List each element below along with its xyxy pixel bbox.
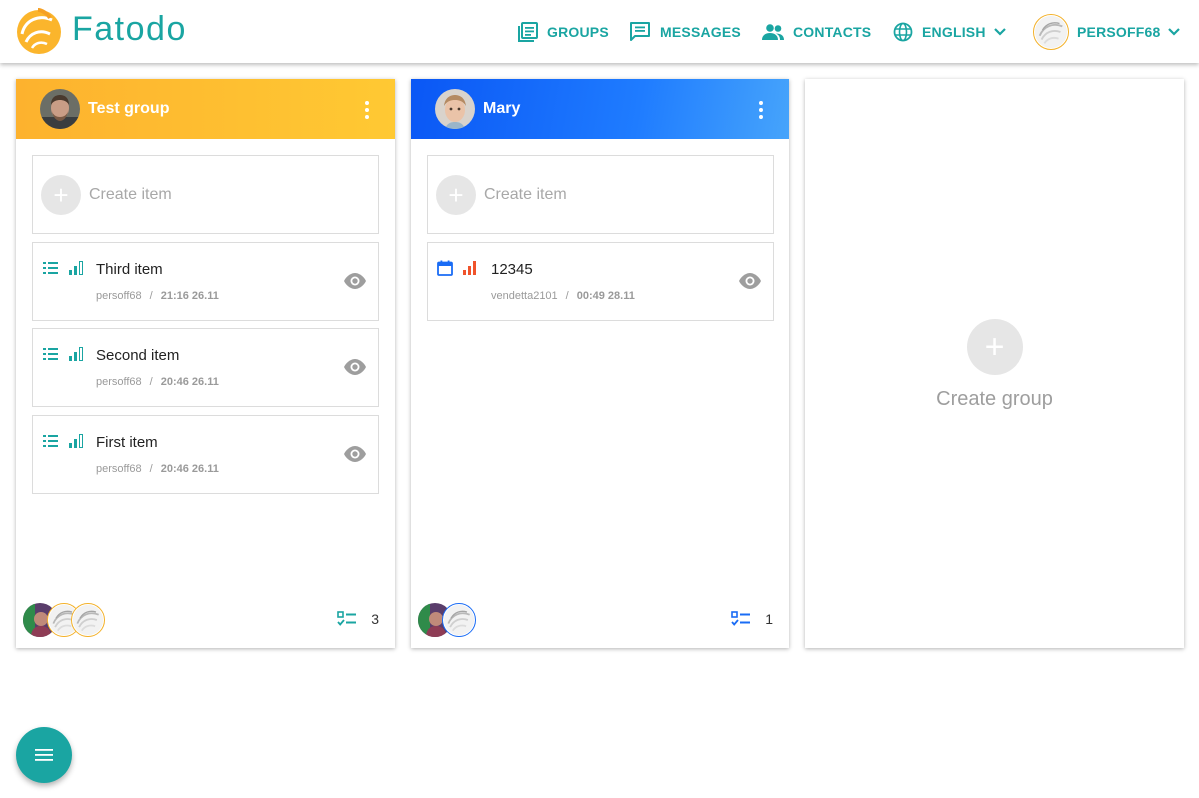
group-footer: 1 [411,603,789,637]
list-icon [43,435,58,447]
item-time: 21:16 26.11 [160,290,219,302]
group-avatar [40,89,80,129]
list-icon [43,262,58,274]
nav-messages[interactable]: MESSAGES [629,0,741,63]
create-group-label: Create group [936,388,1053,410]
group-title: Mary [483,100,521,117]
chevron-down-icon [1167,27,1180,36]
brand-name: Fatodo [72,9,187,48]
list-icon [43,348,58,360]
list-item[interactable]: First item persoff68 / 20:46 26.11 [32,415,379,494]
avatar [71,603,105,637]
item-time: 20:46 26.11 [160,463,219,475]
plus-icon: + [436,174,476,215]
calendar-icon [437,260,453,276]
group-avatar [435,89,475,129]
item-title: First item [96,434,158,451]
group-members[interactable] [23,603,105,637]
meta-separator: / [149,376,153,388]
item-meta: persoff68 / 21:16 26.11 [96,290,219,302]
signal-icon [69,434,83,448]
user-menu[interactable]: PERSOFF68 [1033,0,1184,63]
group-footer: 3 [16,603,395,637]
create-item-label: Create item [484,185,567,203]
eye-icon[interactable] [343,357,367,377]
count-value: 3 [371,611,379,627]
count-value: 1 [765,611,773,627]
item-author: persoff68 [96,290,142,302]
nav-groups-label: GROUPS [547,23,609,40]
group-header[interactable]: Test group [16,79,395,139]
group-header[interactable]: Mary [411,79,789,139]
user-name: PERSOFF68 [1077,23,1161,40]
nav-contacts[interactable]: CONTACTS [762,0,871,63]
item-meta: persoff68 / 20:46 26.11 [96,463,219,475]
language-selector[interactable]: ENGLISH [893,0,1010,63]
checklist-icon [731,611,751,626]
group-members[interactable] [418,603,476,637]
group-menu-button[interactable] [755,100,767,120]
meta-separator: / [565,290,569,302]
nav-groups[interactable]: GROUPS [518,0,609,63]
signal-icon [69,347,83,361]
fatodo-logo-icon [17,8,61,54]
nav-messages-label: MESSAGES [660,23,741,40]
meta-separator: / [149,290,153,302]
item-title: 12345 [491,261,533,278]
avatar [442,603,476,637]
plus-icon: + [966,319,1023,375]
nav-contacts-label: CONTACTS [793,23,872,40]
items-count: 3 [337,611,379,627]
brand-logo[interactable]: Fatodo [14,4,187,56]
language-label: ENGLISH [922,23,986,40]
menu-fab-button[interactable] [16,727,72,783]
item-title: Second item [96,347,180,364]
eye-icon[interactable] [738,271,762,291]
item-author: persoff68 [96,463,142,475]
create-item-button[interactable]: + Create item [427,155,774,234]
item-time: 20:46 26.11 [160,376,219,388]
group-card: Mary + Create item 12345 vendetta2101 / 00… [411,79,789,648]
checklist-icon [337,611,357,626]
create-group-button[interactable]: + Create group [805,319,1184,411]
chevron-down-icon [993,27,1006,36]
signal-icon [69,261,83,275]
menu-icon [35,749,53,761]
item-meta: vendetta2101 / 00:49 28.11 [491,290,635,302]
eye-icon[interactable] [343,444,367,464]
group-card: Test group + Create item Third item pers… [16,79,395,648]
create-group-card[interactable]: + Create group [805,79,1184,648]
item-title: Third item [96,261,163,278]
group-title: Test group [88,100,170,117]
list-item[interactable]: Second item persoff68 / 20:46 26.11 [32,328,379,407]
plus-icon: + [41,174,81,215]
contacts-icon [762,23,784,40]
item-meta: persoff68 / 20:46 26.11 [96,376,219,388]
create-item-button[interactable]: + Create item [32,155,379,234]
messages-icon [630,22,650,41]
list-item[interactable]: 12345 vendetta2101 / 00:49 28.11 [427,242,774,321]
signal-icon [463,261,476,275]
list-item[interactable]: Third item persoff68 / 21:16 26.11 [32,242,379,321]
create-item-label: Create item [89,185,172,203]
meta-separator: / [149,463,153,475]
item-time: 00:49 28.11 [576,290,635,302]
app-header: Fatodo GROUPS MESSAGES CONTACTS ENGLISH … [0,0,1199,63]
eye-icon[interactable] [343,271,367,291]
groups-icon [518,21,538,42]
user-avatar [1033,13,1069,50]
globe-icon [893,22,913,41]
group-menu-button[interactable] [361,100,373,120]
items-count: 1 [731,611,773,627]
item-author: vendetta2101 [491,290,558,302]
item-author: persoff68 [96,376,142,388]
